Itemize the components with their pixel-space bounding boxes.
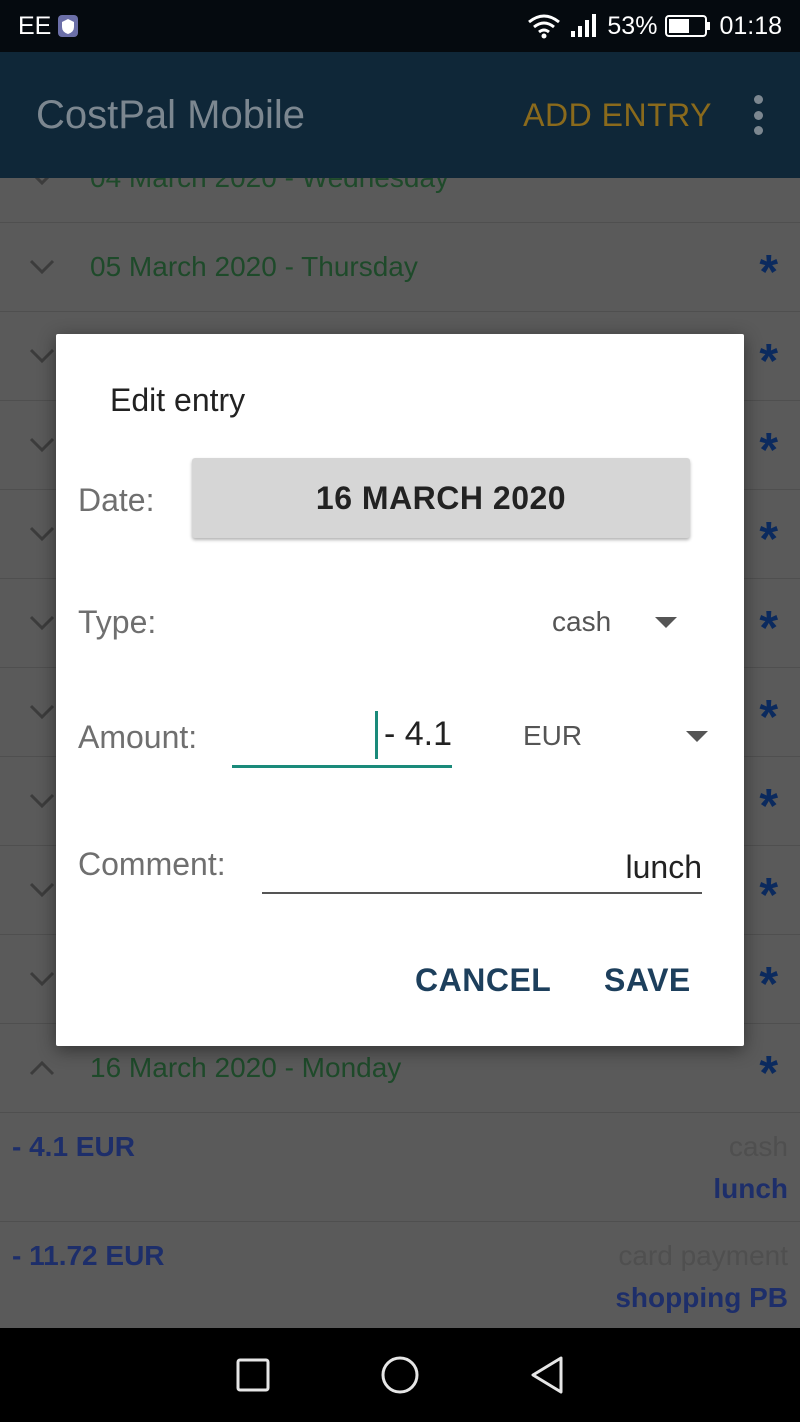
recents-square-icon[interactable] xyxy=(233,1355,273,1395)
day-marker: * xyxy=(759,1047,778,1100)
day-label: 16 March 2020 - Monday xyxy=(90,1052,402,1083)
signal-icon xyxy=(569,13,599,39)
day-label: 05 March 2020 - Thursday xyxy=(90,251,418,282)
app-title: CostPal Mobile xyxy=(36,92,306,137)
chevron-down-icon xyxy=(28,698,56,726)
chevron-down-icon xyxy=(28,520,56,548)
dropdown-arrow-icon xyxy=(655,616,678,628)
dropdown-arrow-icon xyxy=(686,730,709,742)
day-marker: * xyxy=(759,602,778,655)
entry-amount: - 4.1 EUR xyxy=(12,1131,135,1162)
day-marker: * xyxy=(759,780,778,833)
status-bar: EE 53% 01:18 xyxy=(0,0,800,52)
entry-comment: shopping PB xyxy=(615,1282,788,1313)
chevron-down-icon xyxy=(28,253,56,281)
chevron-down-icon xyxy=(28,178,56,192)
entry-row[interactable]: - 4.1 EUR cash lunch xyxy=(0,1113,800,1222)
clock: 01:18 xyxy=(719,11,782,40)
amount-input[interactable]: - 4.1 xyxy=(232,704,452,768)
entry-row[interactable]: - 11.72 EUR card payment shopping PB xyxy=(0,1222,800,1328)
app-bar: CostPal Mobile ADD ENTRY xyxy=(0,52,800,178)
day-label: 04 March 2020 - Wednesday xyxy=(90,178,449,194)
day-marker: * xyxy=(759,424,778,477)
currency-dropdown[interactable]: EUR xyxy=(523,720,709,752)
type-label: Type: xyxy=(78,604,157,640)
type-value: cash xyxy=(552,606,612,637)
day-marker: * xyxy=(759,513,778,566)
comment-value: lunch xyxy=(625,848,703,885)
chevron-down-icon xyxy=(28,609,56,637)
entry-amount: - 11.72 EUR xyxy=(12,1240,165,1271)
text-cursor xyxy=(374,710,378,759)
day-marker: * xyxy=(759,691,778,744)
entry-type: card payment xyxy=(618,1240,788,1271)
date-label: Date: xyxy=(78,482,155,518)
day-marker: * xyxy=(759,335,778,388)
currency-value: EUR xyxy=(523,720,583,751)
cancel-button[interactable]: CANCEL xyxy=(415,962,551,999)
add-entry-button[interactable]: ADD ENTRY xyxy=(523,97,712,134)
back-triangle-icon[interactable] xyxy=(527,1355,567,1395)
chevron-down-icon xyxy=(28,431,56,459)
carrier-name: EE xyxy=(18,11,52,40)
shield-icon xyxy=(57,14,79,38)
type-dropdown[interactable]: cash xyxy=(552,606,678,638)
battery-percent: 53% xyxy=(607,11,658,40)
status-right: 53% 01:18 xyxy=(527,12,782,41)
chevron-down-icon xyxy=(28,965,56,993)
battery-icon xyxy=(665,15,711,37)
navigation-bar xyxy=(0,1328,800,1422)
amount-label: Amount: xyxy=(78,719,198,755)
status-left: EE xyxy=(18,12,79,41)
day-marker: * xyxy=(759,869,778,922)
day-row[interactable]: 04 March 2020 - Wednesday xyxy=(0,178,800,223)
wifi-icon xyxy=(527,13,561,39)
day-row[interactable]: 05 March 2020 - Thursday * xyxy=(0,223,800,312)
home-circle-icon[interactable] xyxy=(380,1355,420,1395)
chevron-down-icon xyxy=(28,342,56,370)
comment-label: Comment: xyxy=(78,846,226,882)
more-vert-icon[interactable] xyxy=(752,95,764,135)
entry-comment: lunch xyxy=(713,1173,788,1204)
comment-input[interactable]: lunch xyxy=(262,842,702,894)
chevron-down-icon xyxy=(28,787,56,815)
entry-type: cash xyxy=(728,1131,788,1162)
chevron-down-icon xyxy=(28,876,56,904)
day-marker: * xyxy=(759,958,778,1011)
amount-value: - 4.1 xyxy=(383,715,452,753)
date-picker-button[interactable]: 16 MARCH 2020 xyxy=(192,458,690,538)
chevron-up-icon xyxy=(28,1054,56,1082)
day-marker: * xyxy=(759,246,778,299)
dialog-title: Edit entry xyxy=(110,382,246,418)
save-button[interactable]: SAVE xyxy=(604,962,691,999)
edit-entry-dialog: Edit entry Date: 16 MARCH 2020 Type: cas… xyxy=(56,334,744,1046)
